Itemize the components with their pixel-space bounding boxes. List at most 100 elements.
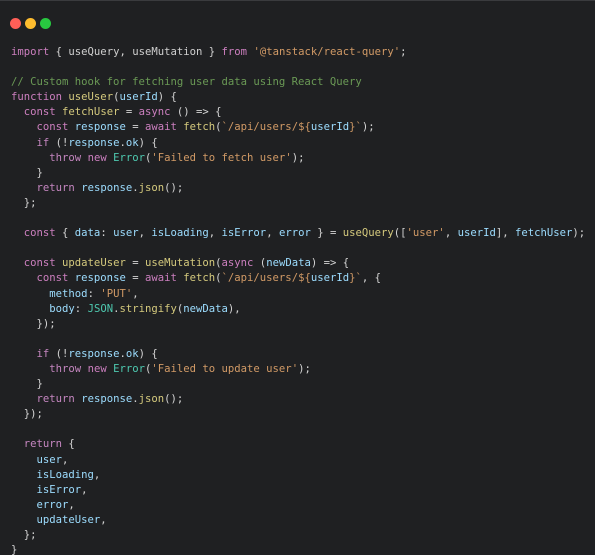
code-token: ); <box>572 227 586 240</box>
code-line: isLoading, <box>11 468 585 483</box>
code-token: (! <box>49 136 69 149</box>
code-token: Error <box>113 362 145 375</box>
code-token: ) { <box>138 347 158 360</box>
code-token: from <box>221 46 248 58</box>
code-token: (); <box>164 393 184 406</box>
code-token: `/api/users/${ <box>221 121 311 134</box>
code-token: : <box>100 227 114 240</box>
code-token: , <box>132 287 139 300</box>
code-token: response <box>74 272 126 285</box>
code-token: response <box>81 393 133 406</box>
code-token: { <box>55 227 75 240</box>
code-token: fetchUser <box>515 227 573 240</box>
close-window-icon[interactable] <box>10 18 21 29</box>
code-token: newData <box>183 302 228 315</box>
code-token: , <box>100 513 107 526</box>
code-token: , <box>93 468 101 481</box>
code-token: }); <box>11 317 56 330</box>
code-token: return <box>36 393 75 406</box>
window-titlebar <box>0 1 595 41</box>
code-token: method <box>49 287 88 300</box>
code-line: const { data: user, isLoading, isError, … <box>11 226 585 241</box>
code-token: () => { <box>170 106 222 119</box>
code-token: await <box>144 121 177 134</box>
zoom-window-icon[interactable] <box>40 18 51 29</box>
code-token: } <box>11 166 43 179</box>
code-token: fetchUser <box>62 106 120 119</box>
code-token: useQuery <box>68 46 120 58</box>
code-token: Error <box>113 151 145 164</box>
code-token: updateUser <box>36 513 101 526</box>
code-token: } = <box>310 227 343 240</box>
code-token: ; <box>400 46 407 58</box>
code-token: response <box>68 136 120 149</box>
code-line: throw new Error('Failed to fetch user'); <box>11 151 585 166</box>
code-token: response <box>68 347 120 360</box>
code-token: import <box>11 46 50 58</box>
code-token: return <box>36 181 75 194</box>
code-token: : <box>74 302 88 315</box>
code-token: const <box>23 227 56 240</box>
code-window: import { useQuery, useMutation } from '@… <box>0 0 595 555</box>
code-token: isError <box>221 227 267 240</box>
code-token: ) => { <box>310 257 350 270</box>
code-token: ); <box>291 151 305 164</box>
code-token: isLoading <box>36 468 94 481</box>
code-token: userId <box>457 227 496 240</box>
code-line: } <box>11 166 585 181</box>
code-token: ok <box>125 347 139 360</box>
code-token: = <box>125 121 145 134</box>
code-token: (! <box>49 347 69 360</box>
code-token: body <box>49 302 75 315</box>
code-token: isLoading <box>151 227 209 240</box>
code-token: user <box>36 453 63 466</box>
code-token: json <box>138 181 165 194</box>
code-line: return { <box>11 437 585 452</box>
code-line: if (!response.ok) { <box>11 136 585 151</box>
code-line: } <box>11 377 585 392</box>
code-token: }` <box>349 121 362 134</box>
code-token: throw <box>49 151 82 164</box>
code-token: useUser <box>68 91 114 104</box>
code-token: if <box>36 347 50 360</box>
code-token: const <box>23 257 56 270</box>
code-token: } <box>11 378 43 391</box>
code-token: json <box>138 393 165 406</box>
code-token: throw <box>49 362 82 375</box>
code-token: , <box>266 227 279 240</box>
code-token: const <box>36 121 69 134</box>
code-token: , <box>62 453 69 466</box>
code-token: useMutation <box>144 257 216 270</box>
code-token: }` <box>349 272 362 285</box>
code-token: useMutation <box>132 46 203 58</box>
code-token: ], <box>495 227 515 240</box>
code-token: ( <box>253 257 267 270</box>
code-token: userId <box>119 91 158 104</box>
code-line: }); <box>11 407 585 422</box>
minimize-window-icon[interactable] <box>25 18 36 29</box>
code-line: return response.json(); <box>11 392 585 407</box>
code-token: , <box>81 483 88 496</box>
code-token: error <box>36 498 69 511</box>
code-line: user, <box>11 453 585 468</box>
code-line: } <box>11 543 585 555</box>
code-token: , <box>119 46 133 58</box>
code-token: async <box>221 257 254 270</box>
code-token: , <box>208 227 222 240</box>
code-token: ), <box>227 302 241 315</box>
